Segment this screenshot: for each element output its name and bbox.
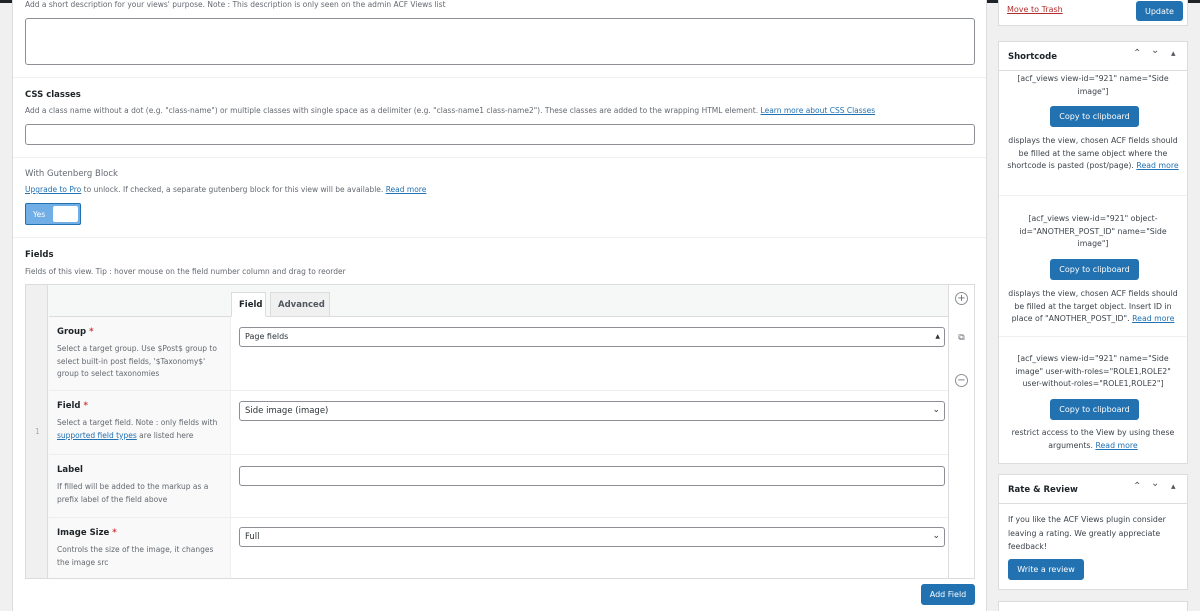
tab-advanced[interactable]: Advanced: [270, 292, 330, 317]
field-help-text: Select a target field. Note : only field…: [57, 418, 218, 427]
group-label: Group *: [57, 327, 94, 337]
collapse-toggle-icon[interactable]: ▴: [1171, 482, 1176, 492]
chevron-down-icon: ⌄: [932, 531, 940, 541]
gutenberg-help: Upgrade to Pro to unlock. If checked, a …: [25, 185, 426, 194]
field-help: Select a target field. Note : only field…: [57, 417, 227, 442]
view-settings-panel: Add a short description for your views' …: [12, 0, 987, 611]
select-arrow-icon: ▲: [935, 333, 940, 340]
toggle-yes-label: Yes: [33, 210, 46, 219]
tab-field[interactable]: Field: [231, 292, 266, 317]
field-select-value: Side image (image): [245, 406, 329, 416]
rate-review-text: If you like the ACF Views plugin conside…: [1008, 515, 1166, 551]
required-marker: *: [112, 528, 117, 538]
row-number: 1: [35, 427, 40, 436]
shortcode-box-header: Shortcode ⌃ ⌄ ▴: [999, 42, 1187, 71]
css-classes-help-text: Add a class name without a dot (e.g. "cl…: [25, 106, 759, 115]
group-select-value: Page fields: [245, 332, 289, 341]
write-review-button[interactable]: Write a review: [1008, 559, 1084, 580]
divider: [999, 336, 1187, 337]
fields-repeater: 1 Field Advanced Group * Select a target…: [25, 284, 975, 579]
add-field-button[interactable]: Add Field: [921, 584, 975, 605]
shortcode-roles-desc-text: restrict access to the View by using the…: [1011, 428, 1175, 450]
label-row: Label If filled will be added to the mar…: [49, 455, 948, 518]
fields-label: Fields: [25, 250, 54, 260]
label-label: Label: [57, 465, 83, 475]
rate-review-box: Rate & Review ⌃ ⌄ ▴ If you like the ACF …: [998, 474, 1188, 590]
upgrade-to-pro-link[interactable]: Upgrade to Pro: [25, 185, 81, 194]
field-tabs: Field Advanced: [49, 285, 948, 317]
fields-help: Fields of this view. Tip : hover mouse o…: [25, 267, 346, 276]
shortcode-roles: [acf_views view-id="921" name="Side imag…: [1015, 354, 1171, 388]
collapse-toggle-icon[interactable]: ▴: [1171, 49, 1176, 59]
field-row: Field Advanced Group * Select a target g…: [49, 285, 948, 578]
copy-shortcode-basic-button[interactable]: Copy to clipboard: [1050, 106, 1139, 127]
gutenberg-help-text: to unlock. If checked, a separate gutenb…: [81, 185, 384, 194]
move-up-icon[interactable]: ⌃: [1133, 481, 1141, 492]
field-select-row: Field * Select a target field. Note : on…: [49, 391, 948, 455]
move-down-icon[interactable]: ⌄: [1151, 45, 1159, 56]
field-label-text: Field: [57, 401, 81, 411]
group-label-text: Group: [57, 327, 87, 337]
field-help-suffix: are listed here: [136, 430, 194, 440]
publish-box: Move to Trash Update: [998, 0, 1188, 26]
label-input[interactable]: [239, 466, 945, 486]
shortcode-object-desc: displays the view, chosen ACF fields sho…: [1007, 288, 1179, 326]
description-textarea[interactable]: [25, 18, 975, 65]
move-up-icon[interactable]: ⌃: [1133, 48, 1141, 59]
gutenberg-label: With Gutenberg Block: [25, 169, 118, 179]
shortcode-box-title: Shortcode: [1008, 52, 1057, 62]
image-size-label-text: Image Size: [57, 528, 110, 538]
image-size-row: Image Size * Controls the size of the im…: [49, 518, 948, 578]
move-to-trash-link[interactable]: Move to Trash: [1007, 5, 1063, 14]
field-select[interactable]: Side image (image) ⌄: [239, 401, 945, 421]
add-row-icon[interactable]: +: [955, 292, 968, 305]
image-size-label: Image Size *: [57, 528, 117, 538]
css-classes-learn-more-link[interactable]: Learn more about CSS Classes: [761, 106, 876, 115]
row-controls: + ⧉ −: [948, 285, 974, 578]
remove-row-icon[interactable]: −: [955, 374, 968, 387]
css-classes-help: Add a class name without a dot (e.g. "cl…: [25, 106, 875, 115]
copy-shortcode-object-button[interactable]: Copy to clipboard: [1050, 259, 1139, 280]
description-help: Add a short description for your views' …: [25, 0, 446, 9]
gutenberg-section: With Gutenberg Block Upgrade to Pro to u…: [13, 158, 986, 238]
shortcode-basic-read-more-link[interactable]: Read more: [1136, 161, 1178, 170]
css-classes-label: CSS classes: [25, 90, 81, 100]
copy-shortcode-roles-button[interactable]: Copy to clipboard: [1050, 399, 1139, 420]
group-help: Select a target group. Use $Post$ group …: [57, 344, 217, 378]
next-box: [998, 601, 1188, 611]
shortcode-roles-desc: restrict access to the View by using the…: [1007, 427, 1179, 452]
duplicate-row-icon[interactable]: ⧉: [955, 333, 968, 346]
update-button[interactable]: Update: [1136, 1, 1183, 21]
chevron-down-icon: ⌄: [932, 405, 940, 415]
shortcode-roles-read-more-link[interactable]: Read more: [1095, 441, 1137, 450]
image-size-select[interactable]: Full ⌄: [239, 527, 945, 547]
required-marker: *: [83, 401, 88, 411]
move-down-icon[interactable]: ⌄: [1151, 478, 1159, 489]
shortcode-object-read-more-link[interactable]: Read more: [1132, 314, 1174, 323]
toggle-knob: [53, 206, 78, 222]
label-help: If filled will be added to the markup as…: [57, 482, 209, 504]
image-size-help: Controls the size of the image, it chang…: [57, 545, 214, 567]
gutenberg-read-more-link[interactable]: Read more: [386, 185, 427, 194]
required-marker: *: [89, 327, 94, 337]
gutenberg-toggle[interactable]: Yes: [25, 203, 81, 225]
group-select[interactable]: Page fields ▲: [239, 327, 945, 347]
supported-field-types-link[interactable]: supported field types: [57, 431, 137, 440]
divider: [999, 195, 1187, 196]
row-drag-handle[interactable]: 1: [26, 285, 48, 578]
shortcode-basic: [acf_views view-id="921" name="Side imag…: [1017, 74, 1169, 96]
css-classes-input[interactable]: [25, 124, 975, 145]
rate-review-box-title: Rate & Review: [1008, 485, 1078, 495]
rate-review-box-header: Rate & Review ⌃ ⌄ ▴: [999, 475, 1187, 504]
field-label: Field *: [57, 401, 88, 411]
group-row: Group * Select a target group. Use $Post…: [49, 317, 948, 391]
description-section: Add a short description for your views' …: [13, 0, 986, 78]
shortcode-object: [acf_views view-id="921" object-id="ANOT…: [1019, 214, 1167, 248]
shortcode-box: Shortcode ⌃ ⌄ ▴ [acf_views view-id="921"…: [998, 41, 1188, 464]
image-size-select-value: Full: [245, 532, 260, 542]
css-classes-section: CSS classes Add a class name without a d…: [13, 78, 986, 158]
shortcode-basic-desc: displays the view, chosen ACF fields sho…: [1007, 135, 1179, 173]
